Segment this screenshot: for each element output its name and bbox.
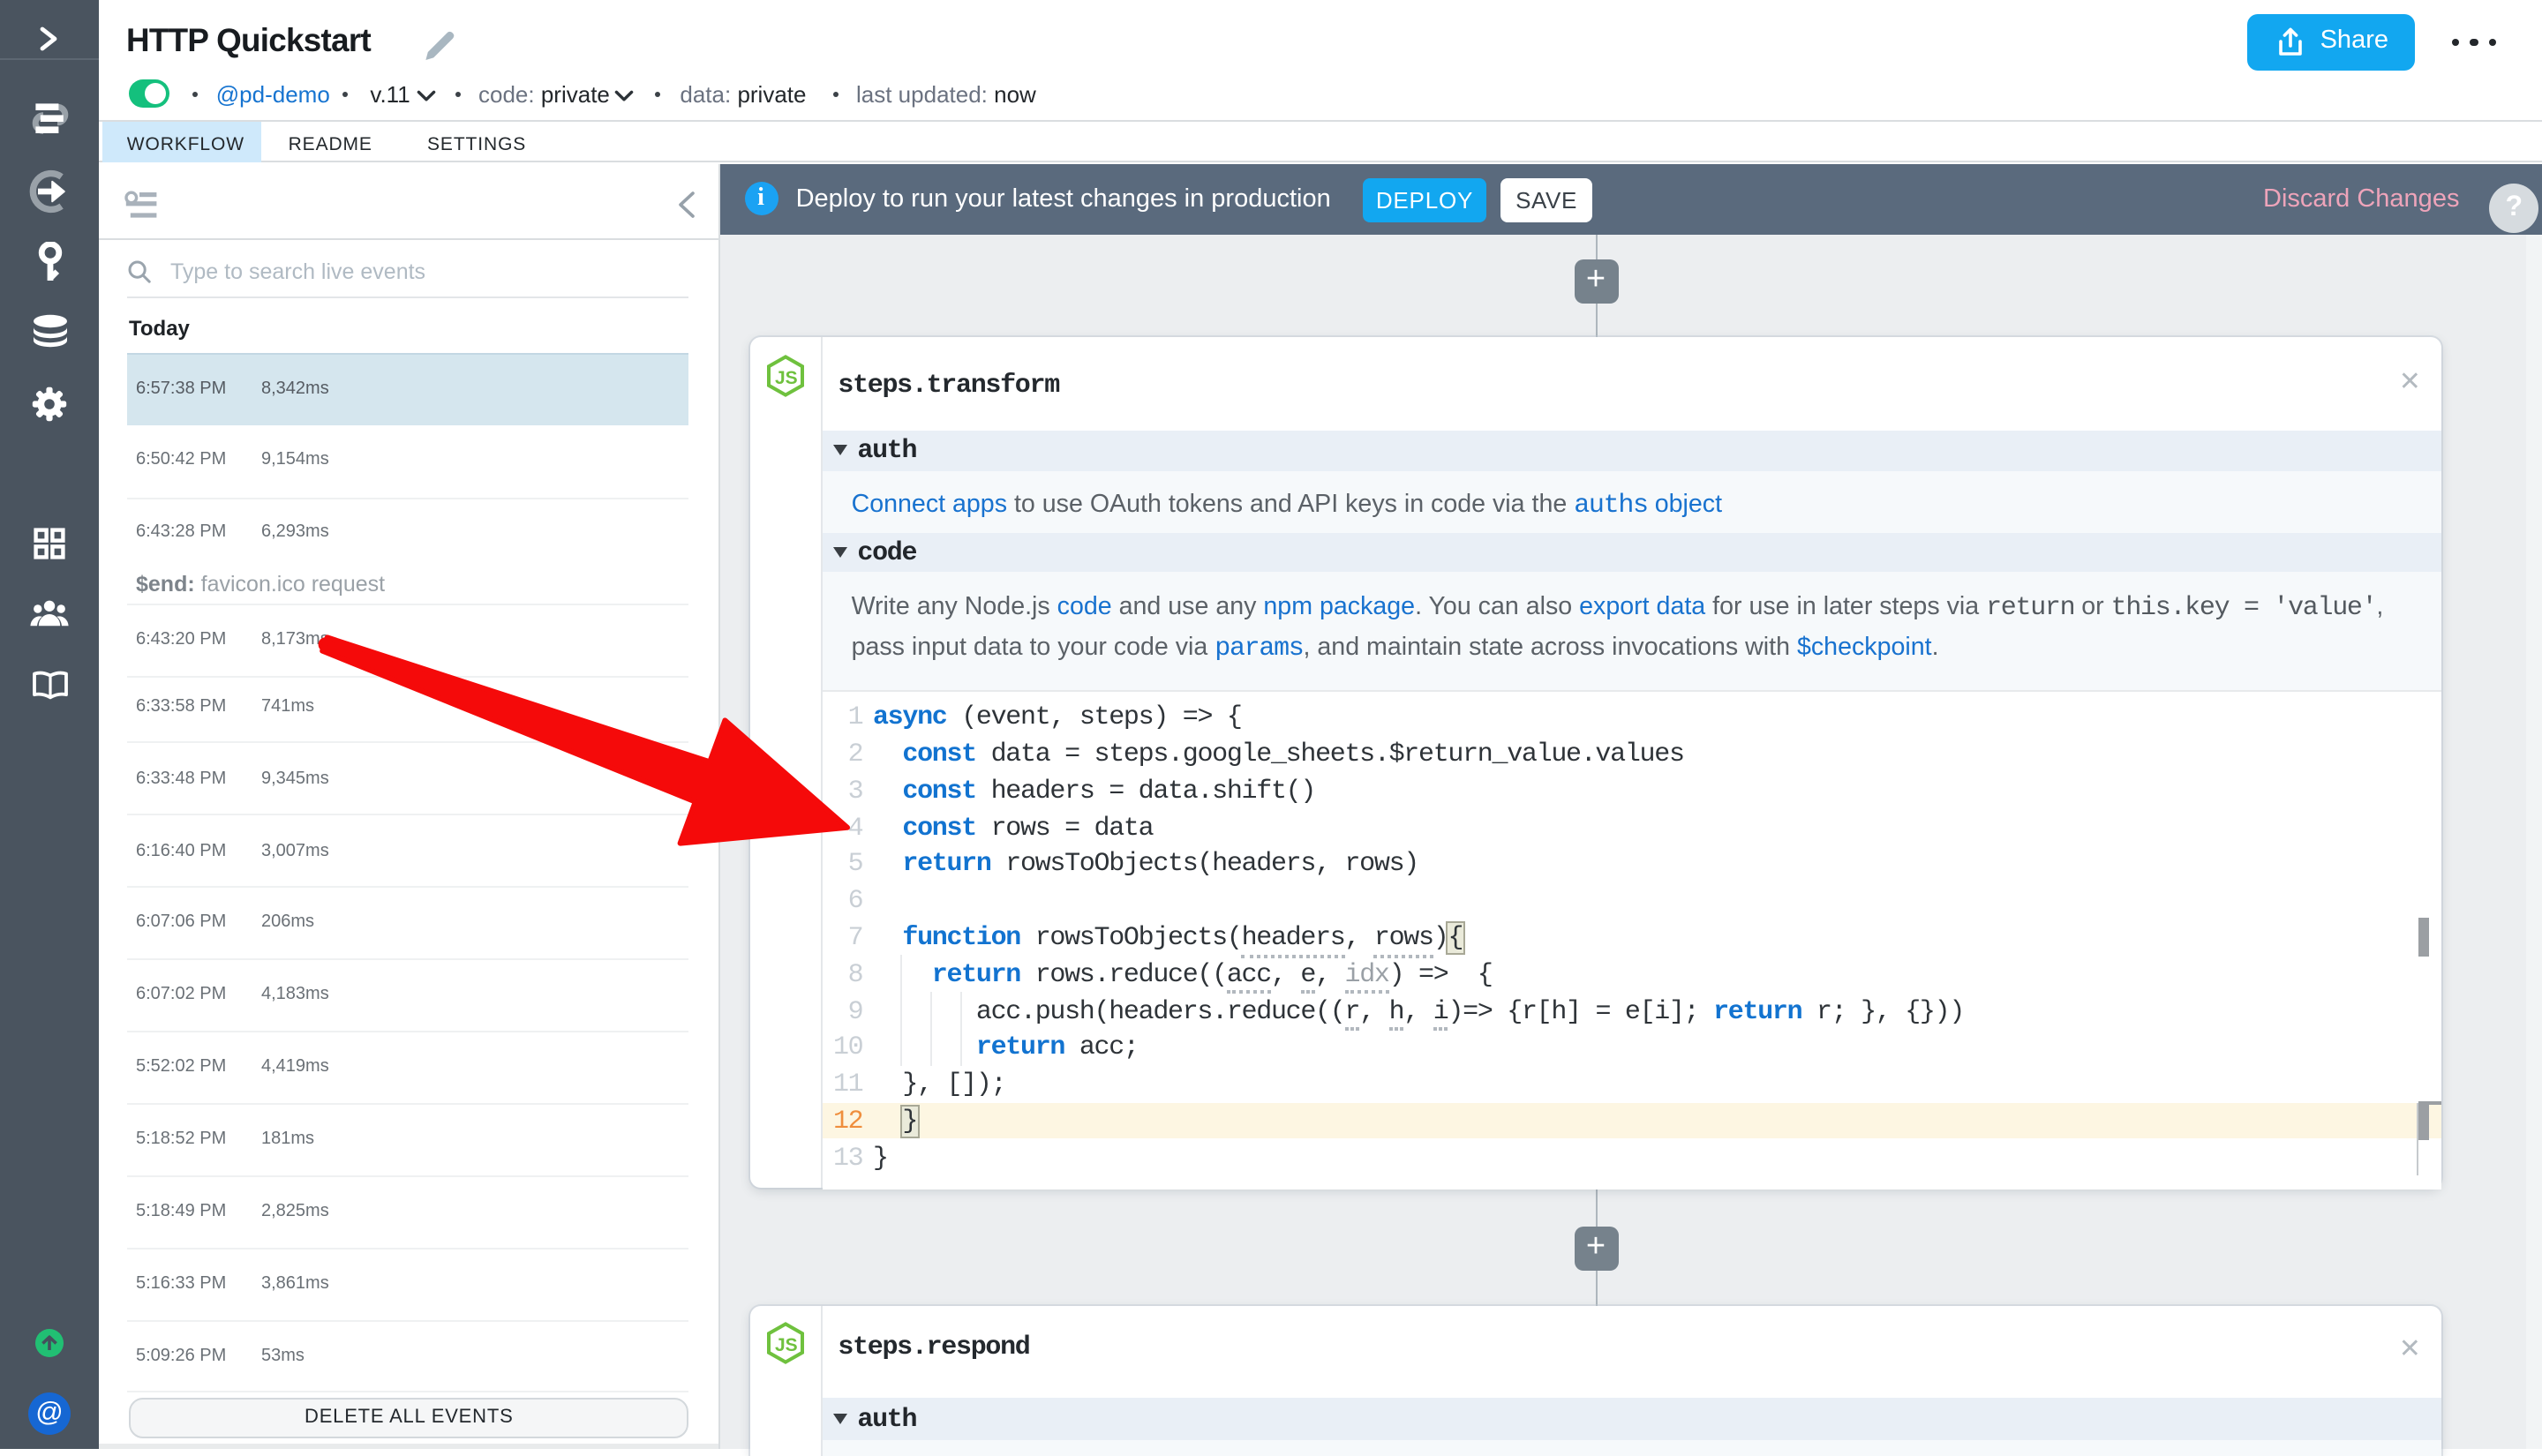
svg-text:JS: JS: [775, 1334, 798, 1355]
svg-text:JS: JS: [775, 368, 798, 388]
